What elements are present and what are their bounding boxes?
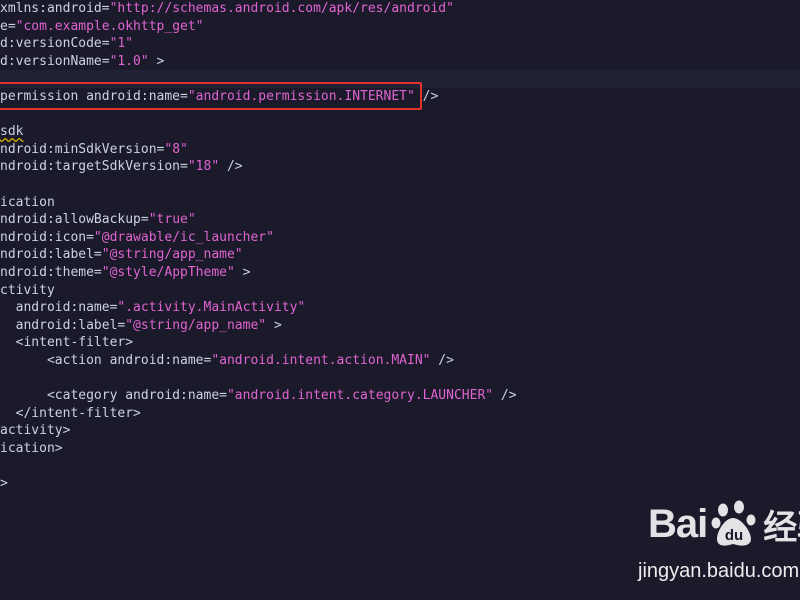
string-token: "@drawable/ic_launcher"	[93, 229, 274, 245]
baidu-paw-icon: du	[711, 500, 756, 546]
code-token: ndroid:theme=	[0, 264, 102, 280]
watermark: Bai du 经验 jingyan.baidu.com	[630, 488, 800, 600]
code-line[interactable]: ctivity	[0, 282, 800, 300]
baidu-logo: Bai du 经验	[648, 496, 800, 552]
code-line[interactable]: android:name=".activity.MainActivity"	[0, 299, 800, 317]
code-line[interactable]: permission android:name="android.permiss…	[0, 88, 800, 106]
code-token: e=	[0, 18, 16, 34]
code-token: </intent-filter>	[0, 405, 141, 421]
code-line[interactable]	[0, 369, 800, 387]
string-token: "1.0"	[109, 53, 149, 69]
code-line[interactable]: e="com.example.okhttp_get"	[0, 18, 800, 36]
code-token: permission android:name=	[0, 88, 188, 104]
code-token: >	[266, 317, 282, 333]
code-line[interactable]: <intent-filter>	[0, 334, 800, 352]
logo-text-bai: Bai	[648, 501, 708, 546]
string-token: "true"	[148, 212, 196, 228]
code-line[interactable]: d:versionCode="1"	[0, 35, 800, 53]
code-token: >	[234, 264, 251, 280]
watermark-url: jingyan.baidu.com	[638, 560, 800, 582]
code-line[interactable]: ndroid:label="@string/app_name"	[0, 246, 800, 264]
code-token: />	[493, 388, 517, 404]
string-token: "@string/app_name"	[125, 317, 267, 333]
code-line[interactable]: <category android:name="android.intent.c…	[0, 387, 800, 405]
code-token: ctivity	[0, 282, 55, 298]
code-area[interactable]: xmlns:android="http://schemas.android.co…	[0, 0, 800, 493]
code-token: android:name=	[0, 300, 118, 316]
code-token: xmlns:android=	[0, 1, 110, 16]
code-line[interactable]: >	[0, 475, 800, 493]
string-token: "@string/app_name"	[101, 247, 243, 263]
code-token: <category android:name=	[0, 388, 227, 404]
logo-text-du: du	[725, 527, 743, 544]
code-token: activity>	[0, 423, 71, 439]
code-line[interactable]: sdk	[0, 123, 800, 141]
string-token: "8"	[164, 141, 188, 157]
code-line[interactable]	[0, 70, 800, 88]
code-token: <action android:name=	[0, 352, 212, 368]
string-token: "android.intent.category.LAUNCHER"	[226, 388, 494, 404]
code-line[interactable]: ndroid:icon="@drawable/ic_launcher"	[0, 229, 800, 247]
code-token: ication>	[0, 440, 63, 456]
code-token: ndroid:label=	[0, 247, 102, 263]
logo-text-jingyan: 经验	[763, 508, 800, 547]
code-line[interactable]: <action android:name="android.intent.act…	[0, 352, 800, 370]
code-token: />	[219, 159, 243, 175]
code-line[interactable]: ndroid:targetSdkVersion="18" />	[0, 158, 800, 176]
code-line[interactable]	[0, 457, 800, 475]
code-line[interactable]: </intent-filter>	[0, 405, 800, 423]
code-token: ndroid:icon=	[0, 229, 94, 245]
string-token: "android.permission.INTERNET"	[187, 88, 415, 104]
code-line[interactable]: ication	[0, 194, 800, 212]
code-line[interactable]: d:versionName="1.0" >	[0, 53, 800, 71]
string-token: "android.intent.action.MAIN"	[211, 352, 431, 368]
code-token: sdk	[0, 124, 24, 140]
code-token: <intent-filter>	[0, 335, 134, 351]
code-token: android:label=	[0, 317, 126, 333]
code-token: >	[148, 53, 165, 69]
code-line[interactable]: xmlns:android="http://schemas.android.co…	[0, 0, 800, 18]
string-token: "http://schemas.android.com/apk/res/andr…	[109, 1, 454, 16]
code-token: ication	[0, 194, 55, 210]
code-token: ndroid:minSdkVersion=	[0, 141, 165, 157]
code-token: d:versionName=	[0, 53, 110, 69]
string-token: ".activity.MainActivity"	[117, 300, 306, 316]
code-token: >	[0, 476, 8, 492]
code-line[interactable]: ndroid:theme="@style/AppTheme" >	[0, 264, 800, 282]
code-line[interactable]: ndroid:allowBackup="true"	[0, 211, 800, 229]
code-token: d:versionCode=	[0, 36, 110, 52]
code-line[interactable]	[0, 106, 800, 124]
code-line[interactable]	[0, 176, 800, 194]
code-token: ndroid:allowBackup=	[0, 212, 149, 228]
code-token: />	[414, 88, 439, 104]
code-line[interactable]: ndroid:minSdkVersion="8"	[0, 141, 800, 159]
string-token: "1"	[109, 36, 134, 52]
code-line[interactable]: ication>	[0, 440, 800, 458]
string-token: "@style/AppTheme"	[101, 264, 235, 280]
string-token: "com.example.okhttp_get"	[15, 18, 204, 34]
code-editor[interactable]: xmlns:android="http://schemas.android.co…	[0, 0, 800, 600]
string-token: "18"	[187, 159, 220, 175]
code-token: ndroid:targetSdkVersion=	[0, 159, 188, 175]
code-token: />	[430, 352, 454, 368]
code-line[interactable]: activity>	[0, 422, 800, 440]
code-line[interactable]: android:label="@string/app_name" >	[0, 317, 800, 335]
